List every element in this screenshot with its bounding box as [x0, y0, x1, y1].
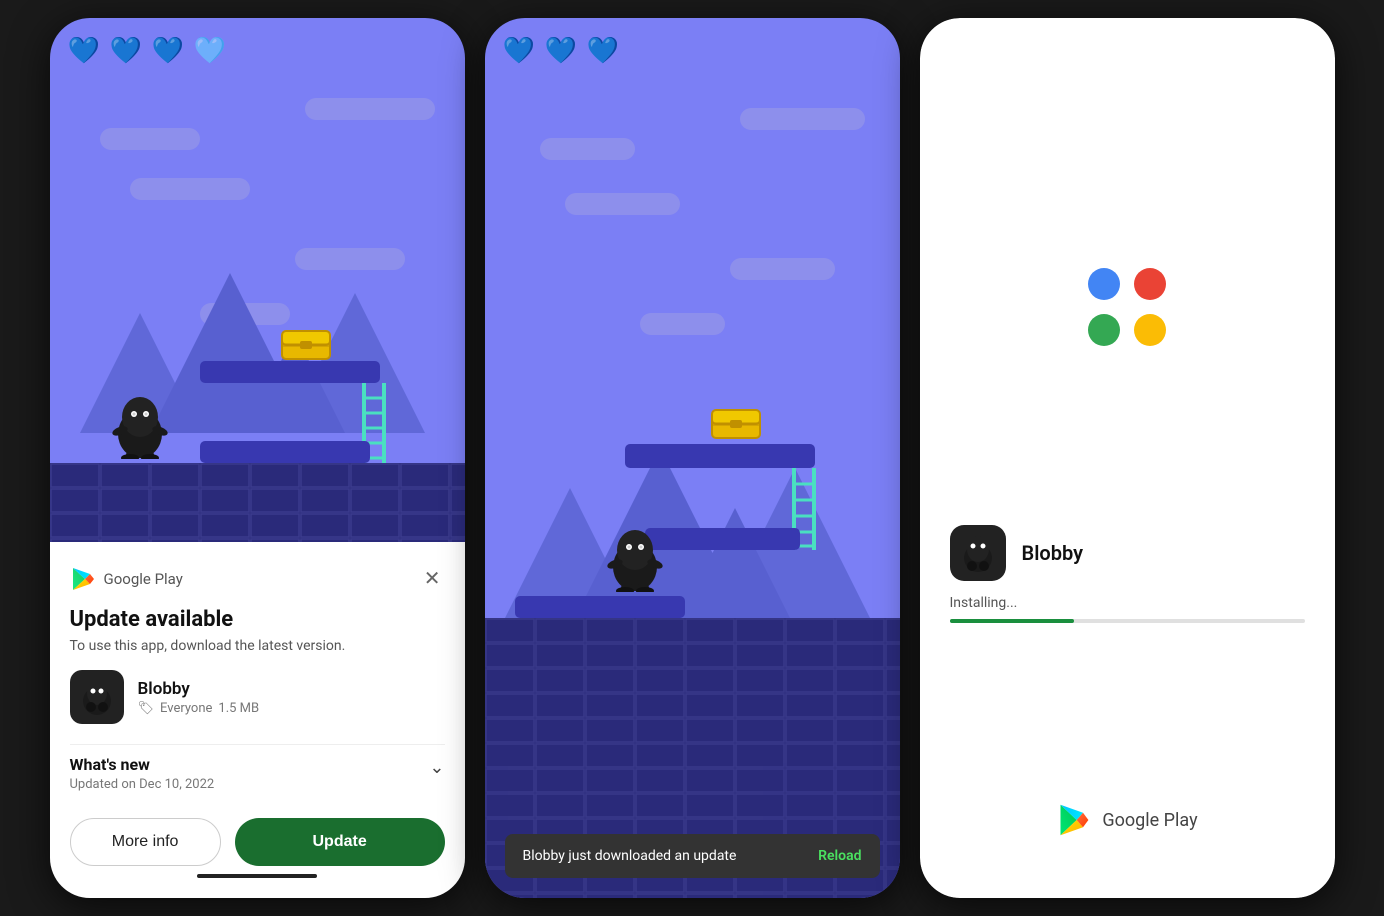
app-size: 1.5 MB	[218, 701, 259, 716]
gplay-bottom-text: Google Play	[1102, 810, 1197, 831]
heart-2-2: 💙	[545, 36, 577, 64]
treasure-2	[710, 400, 762, 444]
phone-3: Blobby Installing...	[920, 18, 1335, 898]
google-dots	[1088, 268, 1166, 346]
heart-2-1: 💙	[503, 36, 535, 64]
progress-bar-fill	[950, 619, 1074, 623]
app-info: Blobby 🏷 Everyone 1.5 MB	[138, 679, 260, 716]
treasure-chest	[280, 321, 332, 361]
main-platform-2-2	[645, 528, 800, 550]
google-play-icon	[70, 566, 96, 592]
progress-bar-bg	[950, 619, 1305, 623]
main-platform-1	[200, 361, 380, 383]
blobby-character-2	[605, 512, 665, 596]
whats-new-info: What's new Updated on Dec 10, 2022	[70, 755, 215, 792]
heart-2: 💙	[110, 36, 142, 64]
main-platform-2	[200, 441, 370, 463]
platform-4	[295, 248, 405, 270]
hearts-row-2: 💙 💙 💙	[503, 36, 619, 64]
update-title: Update available	[70, 607, 445, 632]
gplay-bottom-icon	[1056, 802, 1092, 838]
bricks-floor	[50, 463, 465, 553]
main-platform-2-1	[625, 444, 815, 468]
blobby-app-name: Blobby	[1022, 541, 1084, 565]
dot-green	[1088, 314, 1120, 346]
heart-2-3: 💙	[587, 36, 619, 64]
game-screen-2: 💙 💙 💙	[485, 18, 900, 898]
main-platform-2-3	[515, 596, 685, 618]
app-icon	[70, 670, 124, 724]
blobby-character	[110, 379, 170, 463]
platform-3	[130, 178, 250, 200]
installing-text: Installing...	[950, 595, 1305, 611]
update-subtitle: To use this app, download the latest ver…	[70, 638, 445, 654]
install-screen: Blobby Installing...	[920, 18, 1335, 898]
heart-1: 💙	[68, 36, 100, 64]
whats-new-label: What's new	[70, 755, 215, 774]
chevron-down-icon[interactable]: ⌄	[429, 757, 444, 778]
platform-2-4	[730, 258, 835, 280]
platform-2-3	[565, 193, 680, 215]
heart-4-empty: 🩵	[194, 36, 226, 64]
content-rating-icon: 🏷	[138, 701, 155, 716]
gplay-bottom: Google Play	[1056, 802, 1197, 838]
whats-new-row: What's new Updated on Dec 10, 2022 ⌄	[70, 744, 445, 802]
toast-message: Blobby just downloaded an update	[523, 848, 737, 864]
platform-2-1	[540, 138, 635, 160]
gplay-logo-text: Google Play	[104, 570, 183, 588]
game-screen-1: 💙 💙 💙 🩵	[50, 18, 465, 553]
update-button[interactable]: Update	[235, 818, 445, 866]
heart-3: 💙	[152, 36, 184, 64]
dot-blue	[1088, 268, 1120, 300]
more-info-button[interactable]: More info	[70, 818, 221, 866]
phones-container: 💙 💙 💙 🩵	[0, 0, 1384, 916]
platform-2-2	[740, 108, 865, 130]
install-info: Blobby Installing...	[920, 525, 1335, 623]
platform-1	[100, 128, 200, 150]
platform-2-5	[640, 313, 725, 335]
app-rating: Everyone	[160, 701, 212, 716]
dialog-header: Google Play ✕	[70, 562, 445, 595]
blobby-avatar	[950, 525, 1006, 581]
close-button[interactable]: ✕	[420, 562, 445, 595]
reload-button[interactable]: Reload	[818, 848, 861, 864]
blobby-row: Blobby	[950, 525, 1305, 581]
gplay-logo-row: Google Play	[70, 566, 183, 592]
dot-red	[1134, 268, 1166, 300]
toast-notification: Blobby just downloaded an update Reload	[505, 834, 880, 878]
app-name: Blobby	[138, 679, 260, 699]
platform-2	[305, 98, 435, 120]
phone-2: 💙 💙 💙	[485, 18, 900, 898]
update-dialog: Google Play ✕ Update available To use th…	[50, 542, 465, 898]
phone-1: 💙 💙 💙 🩵	[50, 18, 465, 898]
hearts-row: 💙 💙 💙 🩵	[68, 36, 226, 64]
app-row: Blobby 🏷 Everyone 1.5 MB	[70, 670, 445, 724]
dialog-buttons: More info Update	[70, 818, 445, 866]
whats-new-date: Updated on Dec 10, 2022	[70, 777, 215, 792]
dot-yellow	[1134, 314, 1166, 346]
home-indicator-1	[197, 874, 317, 878]
mountain-2-4	[680, 508, 790, 618]
app-meta: 🏷 Everyone 1.5 MB	[138, 701, 260, 716]
